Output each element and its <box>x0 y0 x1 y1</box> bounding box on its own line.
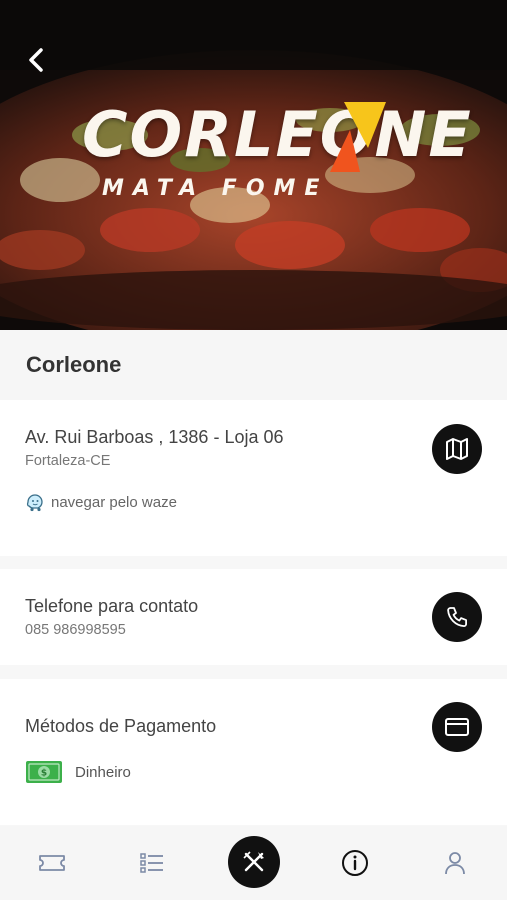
contact-card: Telefone para contato 085 986998595 <box>0 569 507 665</box>
nav-menu-list[interactable] <box>137 848 167 878</box>
info-icon <box>342 850 368 876</box>
contact-label: Telefone para contato <box>25 596 199 616</box>
logo-title: CORLEONE <box>82 98 473 171</box>
call-button[interactable] <box>432 592 482 642</box>
waze-navigation-link[interactable]: navegar pelo waze <box>25 492 177 512</box>
bottom-navigation <box>0 826 507 900</box>
ticket-icon <box>39 855 65 871</box>
waze-link-label: navegar pelo waze <box>51 493 177 511</box>
nav-profile[interactable] <box>440 848 470 878</box>
svg-text:$: $ <box>41 769 47 779</box>
hero-banner: CORLEONE MATA FOME <box>0 0 507 330</box>
payment-card: Métodos de Pagamento $ Dinheiro <box>0 679 507 825</box>
address-card: Av. Rui Barboas , 1386 - Loja 06 Fortale… <box>0 400 507 556</box>
payment-method-label: Dinheiro <box>75 763 131 781</box>
payment-method-item: $ Dinheiro <box>25 759 131 785</box>
restaurant-name: Corleone <box>26 352 122 377</box>
payment-label: Métodos de Pagamento <box>25 716 217 736</box>
cash-icon: $ <box>26 761 62 783</box>
fork-knife-icon <box>243 851 264 872</box>
restaurant-name-bar: Corleone <box>0 330 507 400</box>
back-button[interactable] <box>18 40 54 80</box>
map-icon <box>446 438 468 460</box>
phone-icon <box>447 607 467 627</box>
chevron-left-icon <box>29 48 43 72</box>
pizza-slice-logo-icon <box>330 102 386 172</box>
address-city: Fortaleza-CE <box>25 453 111 469</box>
logo-subtitle: MATA FOME <box>102 176 329 201</box>
payment-methods-button[interactable] <box>432 702 482 752</box>
nav-order-button[interactable] <box>228 836 280 888</box>
open-map-button[interactable] <box>432 424 482 474</box>
waze-icon <box>26 494 43 512</box>
user-icon <box>445 852 465 875</box>
nav-info[interactable] <box>340 848 370 878</box>
address-street: Av. Rui Barboas , 1386 - Loja 06 <box>25 427 284 447</box>
restaurant-logo: CORLEONE MATA FOME <box>82 96 471 216</box>
contact-phone: 085 986998595 <box>25 622 126 638</box>
nav-tickets[interactable] <box>37 848 67 878</box>
credit-card-icon <box>445 718 469 736</box>
list-icon <box>140 853 163 873</box>
